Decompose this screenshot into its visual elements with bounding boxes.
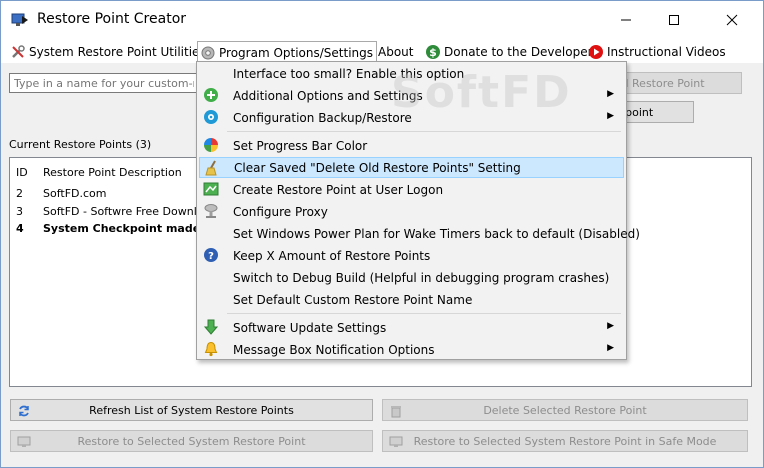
program-options-dropdown: Interface too small? Enable this option … <box>196 61 640 360</box>
menu-item-label: Message Box Notification Options <box>233 342 435 357</box>
column-header-id[interactable]: ID <box>16 166 28 179</box>
menu-donate[interactable]: $ Donate to the Developer <box>425 42 593 62</box>
menu-bar: System Restore Point Utilities Program O… <box>1 39 763 63</box>
submenu-arrow-icon: ▶ <box>607 89 614 99</box>
menu-separator <box>227 313 621 314</box>
menu-item-label: Software Update Settings <box>233 320 387 335</box>
close-button[interactable] <box>709 1 755 39</box>
submenu-arrow-icon: ▶ <box>607 321 614 331</box>
row-description[interactable]: SoftFD.com <box>43 187 107 200</box>
title-bar[interactable]: Restore Point Creator <box>1 1 763 39</box>
column-header-description[interactable]: Restore Point Description <box>43 166 182 179</box>
menu-instructional-videos[interactable]: Instructional Videos <box>588 42 726 62</box>
menu-item-label: Interface too small? Enable this option <box>233 66 465 81</box>
menu-item-power-plan-wake-timers[interactable]: Set Windows Power Plan for Wake Timers b… <box>199 223 640 244</box>
menu-item-switch-debug-build[interactable]: Switch to Debug Build (Helpful in debugg… <box>199 267 624 288</box>
row-id[interactable]: 3 <box>16 205 23 218</box>
menu-item-restore-point-at-logon[interactable]: Create Restore Point at User Logon <box>199 179 624 200</box>
menu-item-configuration-backup[interactable]: Configuration Backup/Restore ▶ <box>199 107 624 128</box>
button-label: Restore to Selected System Restore Point… <box>413 434 717 448</box>
menu-item-interface-too-small[interactable]: Interface too small? Enable this option <box>199 63 624 84</box>
button-label: Delete Selected Restore Point <box>483 403 647 417</box>
svg-text:?: ? <box>208 251 214 262</box>
menu-item-label: Keep X Amount of Restore Points <box>233 248 431 263</box>
trash-icon <box>391 406 401 418</box>
delete-restore-point-button[interactable]: Delete Selected Restore Point <box>382 399 748 421</box>
menu-label: Donate to the Developer <box>444 45 593 59</box>
menu-item-label: Configuration Backup/Restore <box>233 110 412 125</box>
menu-item-message-box-notification[interactable]: Message Box Notification Options ▶ <box>199 339 624 360</box>
minimize-button[interactable] <box>603 1 649 39</box>
menu-item-label: Additional Options and Settings <box>233 88 423 103</box>
menu-item-label: Set Progress Bar Color <box>233 138 368 153</box>
menu-about[interactable]: About <box>378 42 413 62</box>
row-description[interactable]: SoftFD - Softwre Free Download <box>43 205 217 218</box>
app-window: Restore Point Creator System Restore Poi… <box>0 0 764 468</box>
menu-item-clear-saved-setting[interactable]: Clear Saved "Delete Old Restore Points" … <box>199 157 624 178</box>
window-title: Restore Point Creator <box>37 11 187 27</box>
submenu-arrow-icon: ▶ <box>607 111 614 121</box>
tools-icon <box>12 45 25 58</box>
menu-separator <box>227 131 621 132</box>
maximize-icon <box>669 15 679 25</box>
proxy-icon <box>204 204 218 218</box>
menu-label: About <box>378 45 414 59</box>
close-icon <box>726 14 738 26</box>
button-label: Refresh List of System Restore Points <box>89 403 294 417</box>
backup-icon <box>204 110 218 124</box>
restore-button[interactable]: Restore to Selected System Restore Point <box>10 430 373 452</box>
menu-item-keep-x-restore-points[interactable]: ? Keep X Amount of Restore Points <box>199 245 624 266</box>
menu-item-configure-proxy[interactable]: Configure Proxy <box>199 201 624 222</box>
menu-program-options-settings[interactable]: Program Options/Settings <box>197 41 378 63</box>
menu-item-label: Switch to Debug Build (Helpful in debugg… <box>233 270 610 285</box>
color-wheel-icon <box>204 138 218 152</box>
button-label: Restore to Selected System Restore Point <box>77 434 306 448</box>
submenu-arrow-icon: ▶ <box>607 343 614 353</box>
menu-label: System Restore Point Utilities <box>29 45 206 59</box>
restore-safe-mode-button[interactable]: Restore to Selected System Restore Point… <box>382 430 748 452</box>
menu-item-additional-options[interactable]: Additional Options and Settings ▶ <box>199 85 624 106</box>
menu-item-default-restore-point-name[interactable]: Set Default Custom Restore Point Name <box>199 289 624 310</box>
menu-item-label: Clear Saved "Delete Old Restore Points" … <box>234 160 521 175</box>
minimize-icon <box>621 19 631 21</box>
monitor-icon <box>17 436 31 447</box>
menu-label: Program Options/Settings <box>219 45 374 60</box>
restore-points-label: Current Restore Points (3) <box>9 138 152 151</box>
bell-icon <box>204 341 218 357</box>
maximize-button[interactable] <box>651 1 697 39</box>
menu-item-label: Set Default Custom Restore Point Name <box>233 292 473 307</box>
menu-item-progress-bar-color[interactable]: Set Progress Bar Color <box>199 135 624 156</box>
menu-label: Instructional Videos <box>607 45 726 59</box>
menu-item-software-update-settings[interactable]: Software Update Settings ▶ <box>199 317 624 338</box>
gear-icon <box>201 46 215 59</box>
restore-point-name-input[interactable] <box>9 73 199 93</box>
plus-icon <box>204 88 218 102</box>
download-arrow-icon <box>203 319 219 335</box>
row-description[interactable]: System Checkpoint made by <box>43 222 219 235</box>
question-icon: ? <box>204 248 218 262</box>
menu-item-label: Configure Proxy <box>233 204 328 219</box>
svg-text:$: $ <box>429 46 437 59</box>
broom-icon <box>205 160 217 176</box>
row-id[interactable]: 2 <box>16 187 23 200</box>
logon-icon <box>203 182 219 196</box>
play-icon <box>589 45 603 59</box>
menu-system-restore-point-utilities[interactable]: System Restore Point Utilities <box>10 42 206 62</box>
app-icon <box>11 13 28 26</box>
row-id[interactable]: 4 <box>16 222 24 235</box>
refresh-icon <box>19 405 29 417</box>
dollar-icon: $ <box>426 45 440 59</box>
refresh-list-button[interactable]: Refresh List of System Restore Points <box>10 399 373 421</box>
menu-item-label: Set Windows Power Plan for Wake Timers b… <box>233 226 640 241</box>
monitor-icon <box>389 436 403 447</box>
menu-item-label: Create Restore Point at User Logon <box>233 182 444 197</box>
